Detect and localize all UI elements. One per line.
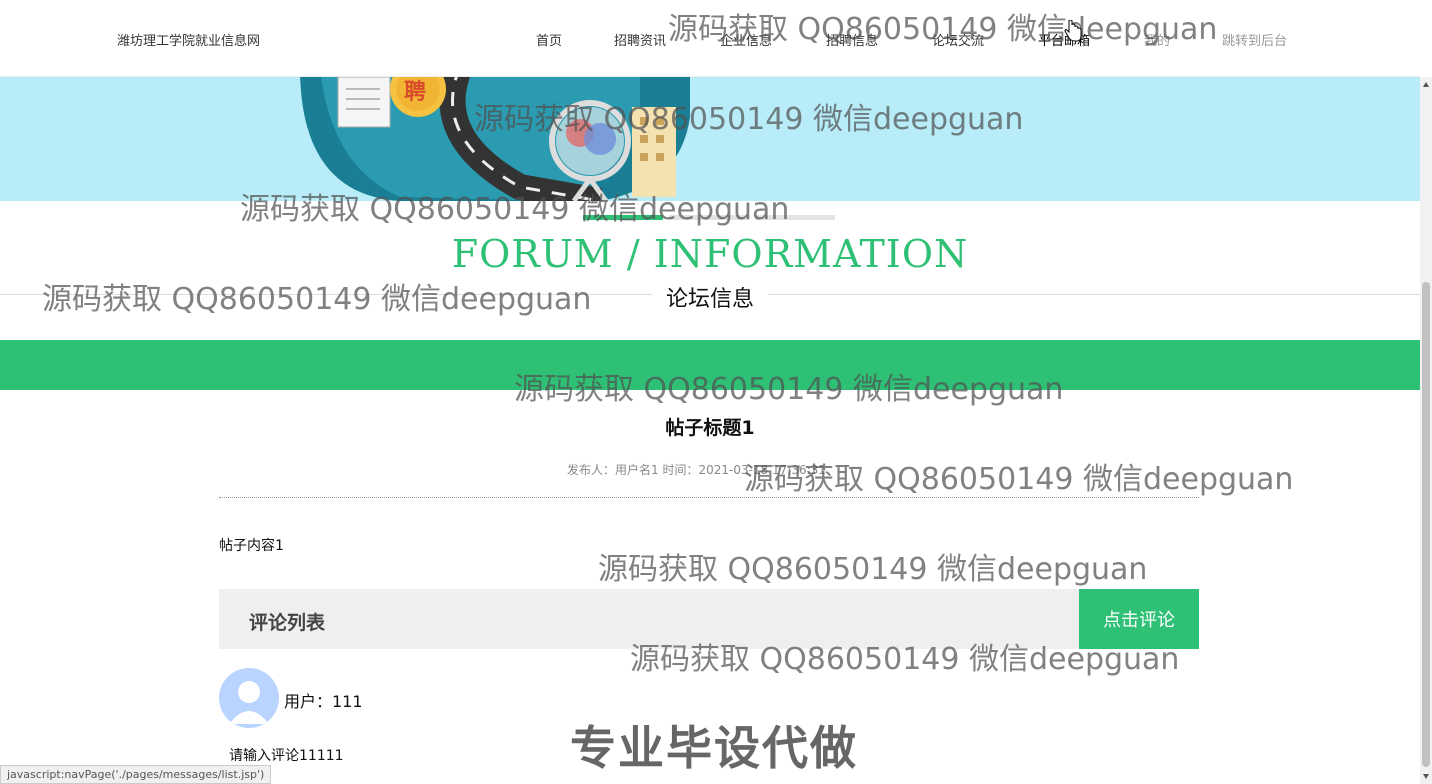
banner-carousel[interactable]: 聘 <box>0 77 1420 201</box>
vertical-scrollbar[interactable] <box>1420 77 1432 784</box>
post-content: 帖子内容1 <box>219 538 284 554</box>
user-avatar-icon <box>219 668 279 728</box>
post-title: 帖子标题1 <box>665 417 755 439</box>
scrollbar-thumb[interactable] <box>1422 282 1430 767</box>
promo-watermark: 专业毕设代做 <box>569 720 858 776</box>
section-title-cn: 论坛信息 <box>0 281 1420 313</box>
carousel-indicator-3[interactable] <box>755 215 835 220</box>
nav-item-companies[interactable]: 企业信息 <box>720 30 772 49</box>
browser-status-bar: javascript:navPage('./pages/messages/lis… <box>0 765 272 784</box>
comment-text: 请输入评论11111 <box>229 748 344 764</box>
section-band <box>0 340 1420 390</box>
add-comment-button[interactable]: 点击评论 <box>1079 589 1199 649</box>
banner-illustration: 聘 <box>300 77 690 201</box>
nav-item-recruit-news[interactable]: 招聘资讯 <box>614 30 666 49</box>
nav-item-forum[interactable]: 论坛交流 <box>932 30 984 49</box>
nav-item-my-account[interactable]: 我的 <box>1144 30 1170 49</box>
watermark-text: 源码获取 QQ86050149 微信deepguan <box>744 462 1294 497</box>
watermark-text: 源码获取 QQ86050149 微信deepguan <box>598 552 1148 587</box>
nav-item-job-listings[interactable]: 招聘信息 <box>826 30 878 49</box>
comment-list-title: 评论列表 <box>249 612 326 634</box>
top-navigation-bar: 潍坊理工学院就业信息网 首页 招聘资讯 企业信息 招聘信息 论坛交流 平台邮箱 … <box>0 0 1420 77</box>
carousel-indicator-2[interactable] <box>669 215 749 220</box>
svg-text:聘: 聘 <box>404 80 426 105</box>
section-title-en: FORUM / INFORMATION <box>451 232 969 276</box>
comment-user: 用户：111 <box>284 692 363 711</box>
section-title-cn-text: 论坛信息 <box>651 287 768 312</box>
scroll-down-arrow-icon[interactable] <box>1423 774 1429 779</box>
post-meta: 发布人：用户名1 时间：2021-03-18 17:36:31 <box>567 463 826 477</box>
nav-item-admin-link[interactable]: 跳转到后台 <box>1222 30 1287 49</box>
page: 聘 潍坊理工学院就业信息网 首页 招聘资讯 企业信息 招聘信息 论坛交流 平台邮… <box>0 0 1432 784</box>
main-nav: 首页 招聘资讯 企业信息 招聘信息 论坛交流 平台邮箱 我的 跳转到后台 <box>0 30 1420 50</box>
comment-list-header: 评论列表 点击评论 <box>219 589 1199 649</box>
carousel-indicator-1[interactable] <box>583 215 663 220</box>
post-divider <box>219 497 1199 498</box>
scroll-up-arrow-icon[interactable] <box>1423 82 1429 87</box>
hand-pointer-icon <box>1064 20 1082 42</box>
nav-item-home[interactable]: 首页 <box>536 30 562 49</box>
